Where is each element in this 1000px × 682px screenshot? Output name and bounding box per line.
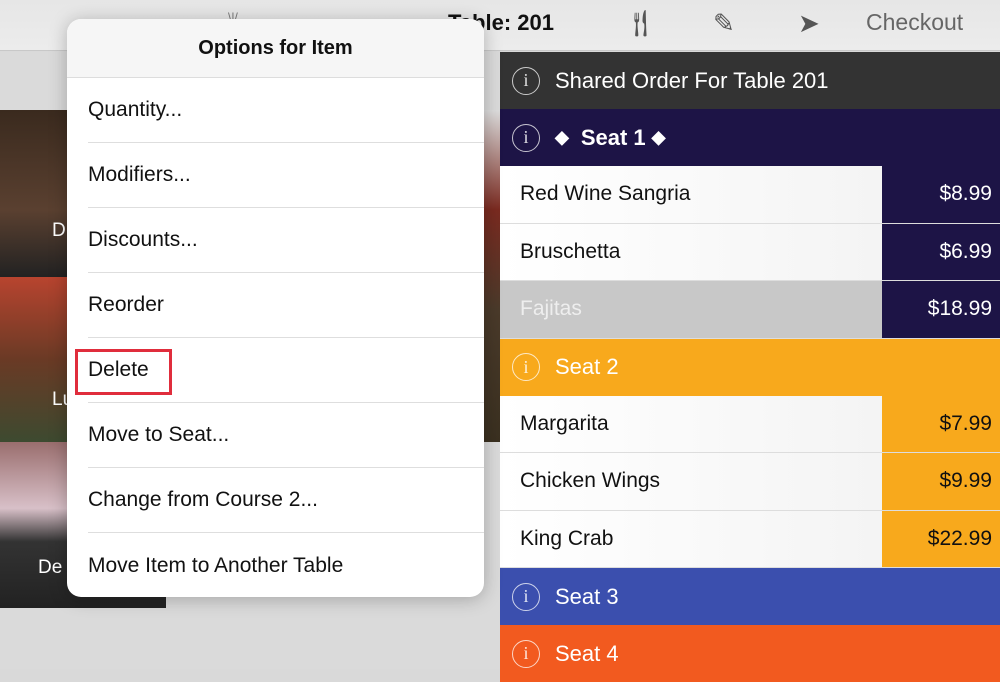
seat-header-2[interactable]: i Seat 2 bbox=[500, 338, 1000, 396]
option-discounts[interactable]: Discounts... bbox=[88, 208, 484, 273]
seat-header-1[interactable]: i ◆ Seat 1 ◆ bbox=[500, 109, 1000, 166]
info-icon[interactable]: i bbox=[512, 582, 540, 611]
item-price: $9.99 bbox=[882, 453, 1000, 510]
order-panel: i Shared Order For Table 201 i ◆ Seat 1 … bbox=[500, 52, 1000, 682]
order-item-row[interactable]: Bruschetta $6.99 bbox=[500, 223, 1000, 281]
option-move-to-table[interactable]: Move Item to Another Table bbox=[88, 533, 484, 597]
order-item-row[interactable]: Chicken Wings $9.99 bbox=[500, 453, 1000, 511]
item-options-popup: Options for Item Quantity... Modifiers..… bbox=[67, 19, 484, 597]
send-icon[interactable]: ➤ bbox=[798, 8, 820, 39]
info-icon[interactable]: i bbox=[512, 66, 540, 95]
utensils-icon[interactable]: 🍴︎ bbox=[624, 8, 657, 39]
item-price: $18.99 bbox=[882, 281, 1000, 338]
option-delete[interactable]: Delete bbox=[75, 338, 484, 403]
item-price: $7.99 bbox=[882, 395, 1000, 452]
option-reorder[interactable]: Reorder bbox=[88, 273, 484, 338]
seat-label: Seat 1 bbox=[580, 124, 646, 150]
seat-header-4[interactable]: i Seat 4 bbox=[500, 625, 1000, 682]
item-price: $6.99 bbox=[882, 223, 1000, 280]
highlight-box bbox=[75, 349, 172, 395]
shared-order-header[interactable]: i Shared Order For Table 201 bbox=[500, 52, 1000, 109]
category-label: De bbox=[38, 557, 63, 578]
option-move-to-seat[interactable]: Move to Seat... bbox=[88, 403, 484, 468]
info-icon[interactable]: i bbox=[512, 123, 540, 152]
pencil-icon[interactable]: ✎ bbox=[713, 8, 735, 39]
order-item-row[interactable]: King Crab $22.99 bbox=[500, 510, 1000, 568]
item-name: King Crab bbox=[500, 510, 882, 567]
order-item-row-selected[interactable]: Fajitas $18.99 bbox=[500, 281, 1000, 339]
diamond-icon: ◆ bbox=[651, 127, 666, 147]
seat-label: Seat 3 bbox=[555, 583, 619, 609]
item-name: Margarita bbox=[500, 395, 882, 452]
popup-title: Options for Item bbox=[67, 19, 484, 78]
item-name: Chicken Wings bbox=[500, 453, 882, 510]
seat-label: Seat 4 bbox=[555, 640, 619, 666]
checkout-button[interactable]: Checkout bbox=[866, 9, 963, 36]
option-quantity[interactable]: Quantity... bbox=[88, 78, 484, 143]
item-name: Red Wine Sangria bbox=[500, 166, 882, 223]
order-item-row[interactable]: Margarita $7.99 bbox=[500, 395, 1000, 453]
item-name: Fajitas bbox=[500, 281, 882, 338]
info-icon[interactable]: i bbox=[512, 639, 540, 668]
order-item-row[interactable]: Red Wine Sangria $8.99 bbox=[500, 166, 1000, 224]
category-label: D bbox=[52, 220, 66, 241]
item-name: Bruschetta bbox=[500, 223, 882, 280]
item-price: $22.99 bbox=[882, 510, 1000, 567]
shared-order-label: Shared Order For Table 201 bbox=[555, 67, 829, 93]
seat-label: Seat 2 bbox=[555, 354, 619, 379]
diamond-icon: ◆ bbox=[555, 127, 569, 147]
info-icon[interactable]: i bbox=[512, 353, 540, 381]
option-modifiers[interactable]: Modifiers... bbox=[88, 143, 484, 208]
seat-header-3[interactable]: i Seat 3 bbox=[500, 568, 1000, 625]
option-change-course[interactable]: Change from Course 2... bbox=[88, 468, 484, 533]
item-price: $8.99 bbox=[882, 166, 1000, 223]
